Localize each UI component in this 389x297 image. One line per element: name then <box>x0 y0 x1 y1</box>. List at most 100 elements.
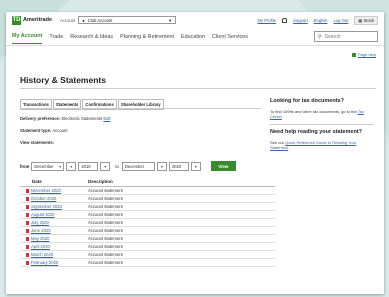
statement-link[interactable]: September 2020 <box>31 204 62 209</box>
language-link[interactable]: English <box>314 18 328 23</box>
statement-link[interactable]: October 2020 <box>31 196 56 201</box>
date-cell: February 2020 <box>20 260 88 265</box>
bell-icon[interactable] <box>282 17 288 23</box>
to-year-value: 2020 <box>171 163 182 169</box>
statement-link[interactable]: July 2020 <box>31 220 49 225</box>
tax-documents-text: To find 1099s and other tax documents, g… <box>270 109 365 119</box>
statement-link[interactable]: August 2020 <box>31 212 55 217</box>
table-row: October 2020 Account statement <box>20 195 275 203</box>
my-profile-link[interactable]: My Profile <box>257 18 276 23</box>
pdf-icon <box>26 236 29 241</box>
account-value: Club Account <box>87 17 113 23</box>
logo-mark: TD <box>12 15 21 25</box>
page-title: History & Statements <box>20 75 106 85</box>
chevron-down-icon: ▾ <box>194 163 197 169</box>
pdf-icon <box>26 188 29 193</box>
date-cell: July 2020 <box>20 220 88 225</box>
pdf-icon <box>26 252 29 257</box>
statement-link[interactable]: February 2020 <box>31 260 58 265</box>
divider <box>20 108 261 109</box>
statement-help-text: See our Quick Reference Guide to Reading… <box>270 140 374 150</box>
pdf-icon <box>26 228 29 233</box>
statement-help-title: Need help reading your statement? <box>270 129 362 135</box>
table-row: June 2020 Account statement <box>20 227 275 235</box>
help-icon <box>351 52 356 57</box>
search-input[interactable]: ⚲ Search <box>314 31 378 42</box>
date-cell: November 2020 <box>20 188 88 193</box>
statement-type-value: Account <box>52 128 68 133</box>
description-cell: Account statement <box>88 212 123 217</box>
divider <box>20 88 376 89</box>
date-column-header: Date <box>32 179 42 184</box>
account-select[interactable]: ● Club Account ▼ <box>78 16 177 24</box>
to-month-select[interactable]: December <box>121 161 155 171</box>
support-link[interactable]: Support <box>293 18 308 23</box>
statement-link[interactable]: May 2020 <box>31 236 49 241</box>
delivery-value: Electronic Statements <box>61 116 103 121</box>
tax-text-b: go to the <box>341 109 357 114</box>
from-month-select[interactable]: December ▾ <box>31 161 65 171</box>
search-icon: ⚲ <box>318 33 322 40</box>
stock-label: Stock <box>363 17 374 23</box>
pdf-icon <box>26 244 29 249</box>
chevron-down-icon: ▾ <box>59 163 62 169</box>
logout-link[interactable]: Log Out <box>333 18 348 23</box>
to-year-select[interactable]: 2020 <box>168 161 189 171</box>
statement-link[interactable]: November 2020 <box>31 188 61 193</box>
chevron-down-icon: ▼ <box>168 17 173 23</box>
description-cell: Account statement <box>88 204 123 209</box>
from-year-value: 2019 <box>81 163 91 169</box>
from-year-spinner[interactable]: ▾ <box>100 161 111 171</box>
statement-link[interactable]: March 2020 <box>31 252 53 257</box>
description-column-header: Description <box>88 179 113 184</box>
nav-planning-retirement[interactable]: Planning & Retirement <box>120 30 174 44</box>
divider <box>270 124 374 125</box>
nav-research-ideas[interactable]: Research & Ideas <box>70 30 113 44</box>
nav-trade[interactable]: Trade <box>49 30 63 44</box>
stock-button[interactable]: ▦ Stock <box>354 15 378 25</box>
table-row: July 2020 Account statement <box>20 219 275 227</box>
nav-my-account[interactable]: My Account <box>12 29 43 44</box>
date-cell: April 2020 <box>20 244 88 249</box>
date-filters: from December ▾ ▾ 2019 ▾ to December ▾ 2… <box>20 161 236 171</box>
chevron-down-icon: ▾ <box>104 163 107 169</box>
statements-table: Date Description November 2020 Account st… <box>20 177 275 267</box>
table-row: May 2020 Account statement <box>20 235 275 243</box>
nav-client-services[interactable]: Client Services <box>212 30 248 44</box>
from-month-spinner[interactable]: ▾ <box>66 161 77 171</box>
delivery-label: Delivery preference: <box>20 116 61 121</box>
user-icon: ● <box>82 17 85 23</box>
statement-type-label: Statement type: <box>20 128 52 133</box>
nav-education[interactable]: Education <box>181 30 205 44</box>
top-links: My Profile Support English Log Out ▦ Sto… <box>257 15 378 25</box>
delivery-edit-link[interactable]: Edit <box>103 116 110 121</box>
view-statements-label: View statements: <box>20 140 54 145</box>
pdf-icon <box>26 204 29 209</box>
from-year-select[interactable]: 2019 <box>78 161 99 171</box>
chevron-down-icon: ▾ <box>160 163 163 169</box>
date-cell: May 2020 <box>20 236 88 241</box>
date-cell: June 2020 <box>20 228 88 233</box>
pdf-icon <box>26 220 29 225</box>
date-cell: March 2020 <box>20 252 88 257</box>
from-label: from <box>20 163 30 169</box>
statement-link[interactable]: April 2020 <box>31 244 50 249</box>
pdf-icon <box>26 260 29 265</box>
description-cell: Account statement <box>88 236 123 241</box>
browser-frame: TD Ameritrade Account ● Club Account ▼ M… <box>6 12 384 294</box>
table-row: March 2020 Account statement <box>20 251 275 259</box>
statement-link[interactable]: June 2020 <box>31 228 51 233</box>
view-button[interactable]: View <box>210 161 236 171</box>
date-cell: August 2020 <box>20 212 88 217</box>
description-cell: Account statement <box>88 228 123 233</box>
table-row: February 2020 Account statement <box>20 259 275 267</box>
to-month-spinner[interactable]: ▾ <box>156 161 167 171</box>
chevron-down-icon: ▾ <box>70 163 73 169</box>
logo[interactable]: TD Ameritrade <box>12 15 52 25</box>
to-label: to <box>115 163 119 169</box>
to-year-spinner[interactable]: ▾ <box>190 161 201 171</box>
description-cell: Account statement <box>88 188 123 193</box>
search-placeholder: Search <box>324 33 341 40</box>
delivery-preference: Delivery preference: Electronic Statemen… <box>20 116 111 121</box>
page-help-link[interactable]: Page help <box>351 52 376 57</box>
